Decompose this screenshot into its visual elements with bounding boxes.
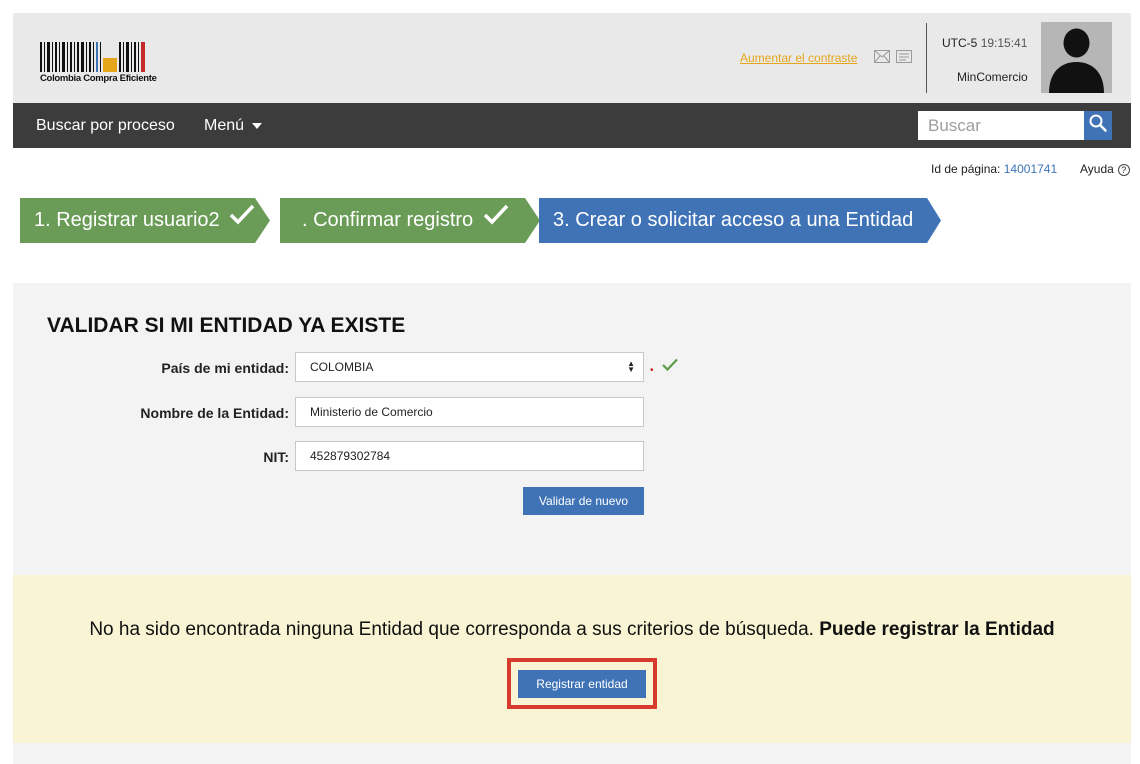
avatar-icon[interactable] [1041, 22, 1112, 93]
page-id-value: 14001741 [1003, 162, 1058, 176]
valid-check-icon [662, 358, 678, 376]
search-icon [1089, 114, 1107, 137]
country-label: País de mi entidad: [161, 360, 289, 376]
time-value: 19:15:41 [980, 36, 1028, 50]
nit-value: 452879302784 [310, 449, 391, 463]
step-label: 1. Registrar usuario2 [34, 209, 220, 231]
logo-text: Colombia Compra Eficiente [40, 73, 157, 84]
revalidate-button[interactable]: Validar de nuevo [523, 487, 644, 515]
page: Colombia Compra Eficiente Aumentar el co… [0, 0, 1140, 764]
select-arrows-icon: ▲ ▼ [627, 359, 635, 374]
search-button[interactable] [1084, 111, 1112, 140]
check-icon [229, 198, 255, 243]
check-icon [483, 198, 509, 243]
logo[interactable]: Colombia Compra Eficiente [40, 42, 160, 86]
page-id: Id de página: 14001741 [931, 162, 1057, 176]
step-create-entity: 3. Crear o solicitar acceso a una Entida… [539, 198, 927, 243]
step-arrow [927, 198, 941, 243]
result-message-bold: Puede registrar la Entidad [819, 619, 1055, 640]
question-icon: ? [1117, 163, 1130, 176]
caret-down-icon [252, 122, 263, 129]
country-value: COLOMBIA [310, 360, 374, 374]
header-divider [926, 23, 927, 93]
nav-menu-label: Menú [204, 117, 245, 134]
help-label: Ayuda [1080, 162, 1114, 176]
entity-name-value: Ministerio de Comercio [310, 405, 433, 419]
help-link[interactable]: Ayuda? [1080, 162, 1130, 176]
step-label: 3. Crear o solicitar acceso a una Entida… [553, 209, 914, 231]
clock: UTC-5 19:15:41 [942, 36, 1027, 50]
timezone-label: UTC-5 [942, 36, 978, 50]
page-id-label: Id de página: [931, 162, 1001, 176]
step-label: . Confirmar registro [302, 209, 474, 231]
search-input[interactable] [918, 111, 1084, 140]
header: Colombia Compra Eficiente Aumentar el co… [13, 13, 1131, 103]
step-arrow [255, 198, 270, 243]
step-register-user: 1. Registrar usuario2 [20, 198, 255, 243]
entity-name-label: Nombre de la Entidad: [140, 405, 289, 421]
document-icon[interactable] [896, 50, 912, 64]
user-name[interactable]: MinComercio [957, 70, 1028, 84]
barcode-logo-icon [40, 42, 156, 72]
country-select[interactable]: COLOMBIA ▲ ▼ [295, 352, 644, 382]
nit-input[interactable]: 452879302784 [295, 441, 644, 471]
step-confirm-registration: . Confirmar registro [280, 198, 525, 243]
step-arrow [525, 198, 540, 243]
result-message-text: No ha sido encontrada ninguna Entidad qu… [89, 619, 814, 640]
validate-panel: VALIDAR SI MI ENTIDAD YA EXISTE País de … [13, 283, 1131, 575]
result-panel: No ha sido encontrada ninguna Entidad qu… [13, 575, 1131, 743]
panel-title: VALIDAR SI MI ENTIDAD YA EXISTE [47, 314, 406, 337]
nav-menu[interactable]: Menú [204, 117, 263, 135]
footer-strip [13, 743, 1131, 764]
nav-bar: Buscar por proceso Menú [13, 103, 1131, 148]
required-marker: • [650, 365, 654, 376]
mail-icon[interactable] [874, 50, 890, 64]
nit-label: NIT: [263, 449, 289, 465]
entity-name-input[interactable]: Ministerio de Comercio [295, 397, 644, 427]
register-entity-button[interactable]: Registrar entidad [518, 670, 646, 698]
nav-search-process[interactable]: Buscar por proceso [36, 117, 175, 135]
result-message: No ha sido encontrada ninguna Entidad qu… [13, 619, 1131, 641]
contrast-link[interactable]: Aumentar el contraste [740, 51, 857, 65]
